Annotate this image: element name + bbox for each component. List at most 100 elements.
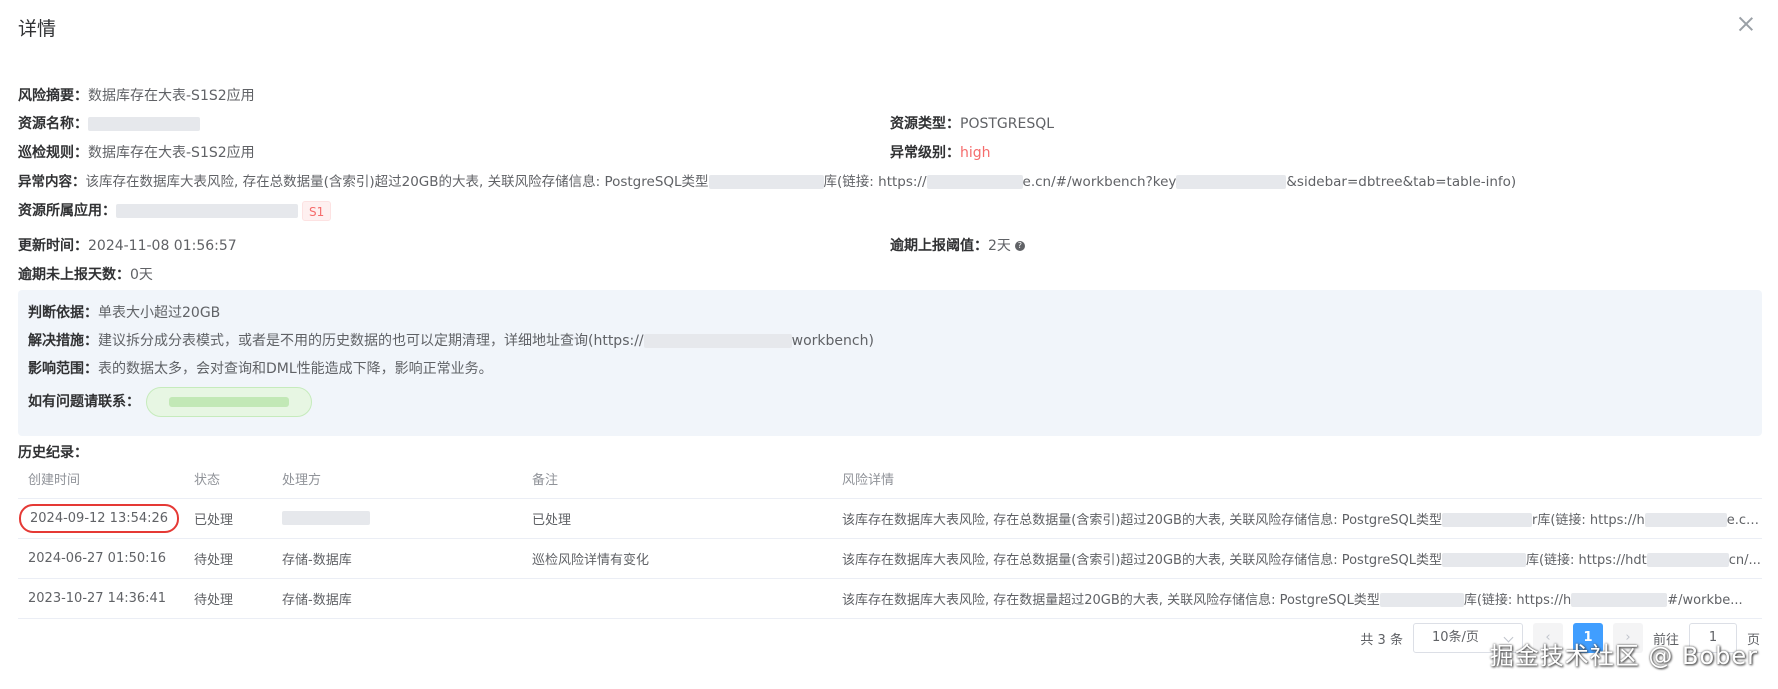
- col-header-handler: 处理方: [272, 460, 522, 499]
- anomaly-level-row: 异常级别：high: [890, 142, 991, 162]
- anomaly-content-part1: 该库存在数据库大表风险, 存在总数据量(含索引)超过20GB的大表, 关联风险存…: [85, 174, 709, 190]
- risk-detail-text: 该库存在数据库大表风险, 存在数据量超过20GB的大表, 关联风险存储信息: P…: [842, 592, 1380, 608]
- redacted-block: [1441, 513, 1532, 527]
- overdue-days-row: 逾期未上报天数：0天: [18, 264, 153, 284]
- overdue-days-label: 逾期未上报天数：: [18, 267, 130, 283]
- risk-detail-cell: 该库存在数据库大表风险, 存在总数据量(含索引)超过20GB的大表, 关联风险存…: [832, 538, 1762, 579]
- risk-detail-text: 该库存在数据库大表风险, 存在总数据量(含索引)超过20GB的大表, 关联风险存…: [842, 552, 1442, 568]
- redacted-block: [1379, 593, 1464, 607]
- redacted-block: [1176, 175, 1287, 189]
- risk-detail-text: 库(链接: https://hdt: [1525, 552, 1647, 568]
- risk-detail-cell: 该库存在数据库大表风险, 存在总数据量(含索引)超过20GB的大表, 关联风险存…: [832, 498, 1762, 539]
- solution-part1: 建议拆分成分表模式，或者是不用的历史数据的也可以定期清理，详细地址查询(http…: [98, 333, 644, 349]
- overdue-days-value: 0天: [130, 267, 153, 283]
- close-icon[interactable]: [1736, 14, 1756, 34]
- note-cell: 巡检风险详情有变化: [522, 538, 832, 579]
- created-time-cell: 2024-06-27 01:50:16: [18, 538, 184, 579]
- redacted-block: [1441, 553, 1526, 567]
- risk-detail-cell: 该库存在数据库大表风险, 存在数据量超过20GB的大表, 关联风险存储信息: P…: [832, 578, 1762, 619]
- table-row[interactable]: 2024-09-12 13:54:26 已处理 已处理 该库存在数据库大表风险,…: [18, 498, 1762, 539]
- created-time-cell: 2024-09-12 13:54:26: [18, 498, 184, 539]
- anomaly-level-label: 异常级别：: [890, 145, 960, 161]
- resource-type-value: POSTGRESQL: [960, 116, 1055, 132]
- handler-cell: [272, 498, 522, 539]
- resource-name-redacted: [88, 117, 200, 131]
- anomaly-content-label: 异常内容：: [18, 174, 86, 190]
- note-cell: 已处理: [522, 498, 832, 539]
- dialog-title: 详情: [18, 18, 57, 40]
- anomaly-level-value: high: [960, 145, 991, 161]
- update-time-value: 2024-11-08 01:56:57: [88, 238, 237, 254]
- judgment-label: 判断依据：: [28, 305, 98, 321]
- contact-row: 如有问题请联系：: [28, 387, 312, 417]
- total-count: 共 3 条: [1360, 632, 1403, 648]
- redacted-block: [643, 334, 792, 348]
- inspection-rule-label: 巡检规则：: [18, 145, 88, 161]
- solution-part2: workbench): [791, 333, 874, 349]
- history-title: 历史纪录：: [18, 445, 88, 461]
- basis-panel: 判断依据：单表大小超过20GB 解决措施：建议拆分成分表模式，或者是不用的历史数…: [18, 290, 1762, 436]
- question-icon[interactable]: ?: [1014, 241, 1025, 251]
- redacted-block: [926, 175, 1023, 189]
- redacted-block: [1644, 513, 1727, 527]
- status-cell: 已处理: [184, 498, 272, 539]
- dialog-header: 详情: [0, 0, 1778, 58]
- resource-type-row: 资源类型：POSTGRESQL: [890, 113, 1054, 133]
- resource-name-row: 资源名称：: [18, 113, 200, 133]
- col-header-created-time: 创建时间: [18, 460, 184, 499]
- col-header-risk-detail: 风险详情: [832, 460, 1762, 499]
- judgment-row: 判断依据：单表大小超过20GB: [28, 302, 220, 322]
- anomaly-content-row: 异常内容：该库存在数据库大表风险, 存在总数据量(含索引)超过20GB的大表, …: [18, 170, 1516, 190]
- status-cell: 待处理: [184, 538, 272, 579]
- resource-name-label: 资源名称：: [18, 116, 88, 132]
- inspection-rule-value: 数据库存在大表-S1S2应用: [88, 145, 255, 161]
- anomaly-content-part3: e.cn/#/workbench?key: [1022, 174, 1177, 190]
- owner-app-row: 资源所属应用： S1: [18, 200, 332, 221]
- risk-summary-row: 风险摘要：数据库存在大表-S1S2应用: [18, 85, 255, 105]
- status-cell: 待处理: [184, 578, 272, 619]
- overdue-threshold-row: 逾期上报阈值：2天?: [890, 235, 1025, 255]
- risk-detail-text: cn/...: [1728, 552, 1761, 568]
- risk-detail-text: e.cn/...: [1726, 512, 1762, 528]
- history-table: 创建时间 状态 处理方 备注 风险详情 2024-09-12 13:54:26 …: [18, 460, 1762, 619]
- owner-app-redacted: [116, 204, 298, 218]
- redacted-block: [1646, 553, 1729, 567]
- col-header-note: 备注: [522, 460, 832, 499]
- impact-row: 影响范围：表的数据太多，会对查询和DML性能造成下降，影响正常业务。: [28, 358, 493, 378]
- anomaly-content-part4: &sidebar=dbtree&tab=table-info): [1286, 174, 1517, 190]
- judgment-value: 单表大小超过20GB: [98, 305, 221, 321]
- inspection-rule-row: 巡检规则：数据库存在大表-S1S2应用: [18, 142, 255, 162]
- table-row[interactable]: 2023-10-27 14:36:41 待处理 存储-数据库 该库存在数据库大表…: [18, 578, 1762, 619]
- overdue-threshold-value: 2天: [988, 238, 1011, 254]
- impact-value: 表的数据太多，会对查询和DML性能造成下降，影响正常业务。: [98, 361, 493, 377]
- col-header-status: 状态: [184, 460, 272, 499]
- handler-redacted: [282, 511, 370, 525]
- risk-summary-value: 数据库存在大表-S1S2应用: [88, 88, 255, 104]
- contact-chip[interactable]: [146, 387, 312, 417]
- risk-detail-text: r库(链接: https://h: [1531, 512, 1645, 528]
- highlighted-time: 2024-09-12 13:54:26: [19, 503, 180, 533]
- solution-row: 解决措施：建议拆分成分表模式，或者是不用的历史数据的也可以定期清理，详细地址查询…: [28, 330, 874, 350]
- risk-detail-text: #/workbe...: [1667, 592, 1743, 608]
- risk-summary-label: 风险摘要：: [18, 88, 88, 104]
- solution-label: 解决措施：: [28, 333, 98, 349]
- table-header-row: 创建时间 状态 处理方 备注 风险详情: [18, 460, 1762, 499]
- overdue-threshold-label: 逾期上报阈值：: [890, 238, 988, 254]
- handler-cell: 存储-数据库: [272, 578, 522, 619]
- risk-detail-text: 库(链接: https://h: [1463, 592, 1572, 608]
- risk-detail-text: 该库存在数据库大表风险, 存在总数据量(含索引)超过20GB的大表, 关联风险存…: [842, 512, 1442, 528]
- app-level-tag: S1: [302, 201, 332, 221]
- handler-cell: 存储-数据库: [272, 538, 522, 579]
- redacted-block: [1571, 593, 1668, 607]
- note-cell: [522, 578, 832, 619]
- update-time-row: 更新时间：2024-11-08 01:56:57: [18, 235, 237, 255]
- impact-label: 影响范围：: [28, 361, 98, 377]
- anomaly-content-part2: 库(链接: https://: [823, 174, 927, 190]
- table-row[interactable]: 2024-06-27 01:50:16 待处理 存储-数据库 巡检风险详情有变化…: [18, 538, 1762, 579]
- owner-app-label: 资源所属应用：: [18, 203, 116, 219]
- redacted-block: [708, 175, 824, 189]
- update-time-label: 更新时间：: [18, 238, 88, 254]
- watermark: 掘金技术社区 @ Bober: [1489, 642, 1758, 670]
- created-time-cell: 2023-10-27 14:36:41: [18, 578, 184, 619]
- contact-label: 如有问题请联系：: [28, 394, 140, 410]
